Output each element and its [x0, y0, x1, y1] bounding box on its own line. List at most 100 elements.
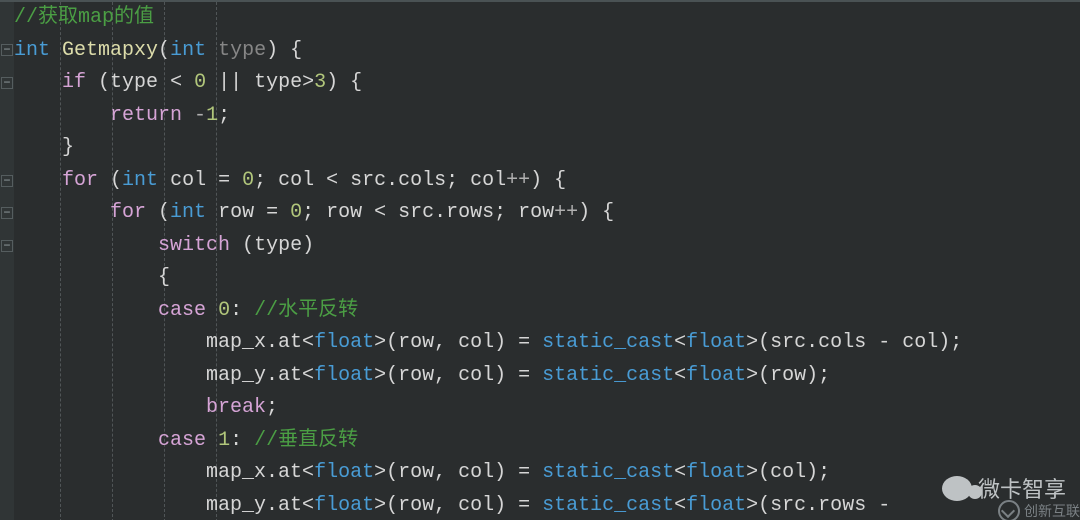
token: ( [158, 39, 170, 62]
token-keyword: static_cast [542, 364, 674, 387]
token-number: 0 [194, 71, 206, 94]
token: >(row); [746, 364, 830, 387]
code-line[interactable]: } [14, 132, 1080, 165]
token: >(row, col) = [374, 331, 542, 354]
token-flow: case [158, 429, 206, 452]
token [206, 429, 218, 452]
wechat-icon [942, 476, 972, 501]
token: >(row, col) = [374, 364, 542, 387]
token-comment: //水平反转 [254, 299, 358, 322]
token: ( [98, 169, 122, 192]
token: : [230, 299, 254, 322]
token: } [62, 136, 74, 159]
code-line[interactable]: map_x.at<float>(row, col) = static_cast<… [14, 457, 1080, 490]
token: : [230, 429, 254, 452]
token-op: ++ [506, 169, 530, 192]
code-line[interactable]: int Getmapxy(int type) { [14, 35, 1080, 68]
token-number: 3 [314, 71, 326, 94]
code-line[interactable]: switch (type) [14, 230, 1080, 263]
watermark-brand: 创新互联 [998, 500, 1080, 520]
code-line[interactable]: if (type < 0 || type>3) { [14, 67, 1080, 100]
token-number: 0 [290, 201, 302, 224]
token-op: - [194, 104, 206, 127]
token-keyword: static_cast [542, 461, 674, 484]
token-number: 0 [242, 169, 254, 192]
fold-marker-icon[interactable]: − [1, 77, 13, 89]
token: ) { [530, 169, 566, 192]
code-line[interactable]: case 0: //水平反转 [14, 295, 1080, 328]
code-line[interactable]: map_y.at<float>(row, col) = static_cast<… [14, 360, 1080, 393]
token-keyword: float [686, 364, 746, 387]
token: >(src.cols - col); [746, 331, 962, 354]
token-number: 1 [218, 429, 230, 452]
code-editor[interactable]: − − − − − //获取map的值int Getmapxy(int type… [0, 0, 1080, 520]
token-keyword: static_cast [542, 331, 674, 354]
token-flow: for [110, 201, 146, 224]
token-param: type [218, 39, 266, 62]
fold-marker-icon[interactable]: − [1, 240, 13, 252]
code-line[interactable]: map_x.at<float>(row, col) = static_cast<… [14, 327, 1080, 360]
token-number: 1 [206, 104, 218, 127]
token-flow: for [62, 169, 98, 192]
token-keyword: float [314, 331, 374, 354]
token: map_y.at< [206, 494, 314, 517]
code-line[interactable]: { [14, 262, 1080, 295]
token: ; row < src.rows; row [302, 201, 554, 224]
token-keyword: int [14, 39, 50, 62]
fold-marker-icon[interactable]: − [1, 44, 13, 56]
token-keyword: float [686, 494, 746, 517]
token [206, 299, 218, 322]
code-line[interactable]: //获取map的值 [14, 2, 1080, 35]
token-keyword: float [314, 461, 374, 484]
token: map_x.at< [206, 461, 314, 484]
code-line[interactable]: for (int row = 0; row < src.rows; row++)… [14, 197, 1080, 230]
token: < [674, 494, 686, 517]
token: col = [158, 169, 242, 192]
watermark-brand-label: 创新互联 [1024, 501, 1080, 520]
token: ; col < src.cols; col [254, 169, 506, 192]
token: >(src.rows - [746, 494, 902, 517]
code-line[interactable]: return -1; [14, 100, 1080, 133]
token: row = [206, 201, 290, 224]
fold-marker-icon[interactable]: − [1, 175, 13, 187]
token: || [206, 71, 254, 94]
token-flow: break [206, 396, 266, 419]
token [182, 104, 194, 127]
code-line[interactable]: break; [14, 392, 1080, 425]
token [206, 39, 218, 62]
token: ) { [326, 71, 362, 94]
token-ident: type [254, 71, 302, 94]
token-comment: //获取map的值 [14, 6, 154, 29]
fold-gutter: − − − − − [0, 2, 14, 520]
token-flow: if [62, 71, 86, 94]
token-flow: case [158, 299, 206, 322]
code-line[interactable]: case 1: //垂直反转 [14, 425, 1080, 458]
token: ( [86, 71, 110, 94]
token-keyword: int [122, 169, 158, 192]
token-ident: type [254, 234, 302, 257]
token: < [674, 461, 686, 484]
token: < [158, 71, 194, 94]
token-flow: return [110, 104, 182, 127]
token: < [674, 364, 686, 387]
token: ; [266, 396, 278, 419]
token: >(row, col) = [374, 461, 542, 484]
token: ) [302, 234, 314, 257]
code-line[interactable]: map_y.at<float>(row, col) = static_cast<… [14, 490, 1080, 520]
token: ( [230, 234, 254, 257]
token-func: Getmapxy [62, 39, 158, 62]
token-keyword: float [314, 364, 374, 387]
token: >(row, col) = [374, 494, 542, 517]
token: ; [218, 104, 230, 127]
token-keyword: float [686, 461, 746, 484]
brand-icon [998, 500, 1020, 520]
code-line[interactable]: for (int col = 0; col < src.cols; col++)… [14, 165, 1080, 198]
token: > [302, 71, 314, 94]
token-op: ++ [554, 201, 578, 224]
token: >(col); [746, 461, 830, 484]
code-area[interactable]: //获取map的值int Getmapxy(int type) { if (ty… [14, 2, 1080, 520]
token-keyword: float [686, 331, 746, 354]
token-flow: switch [158, 234, 230, 257]
fold-marker-icon[interactable]: − [1, 207, 13, 219]
token [50, 39, 62, 62]
